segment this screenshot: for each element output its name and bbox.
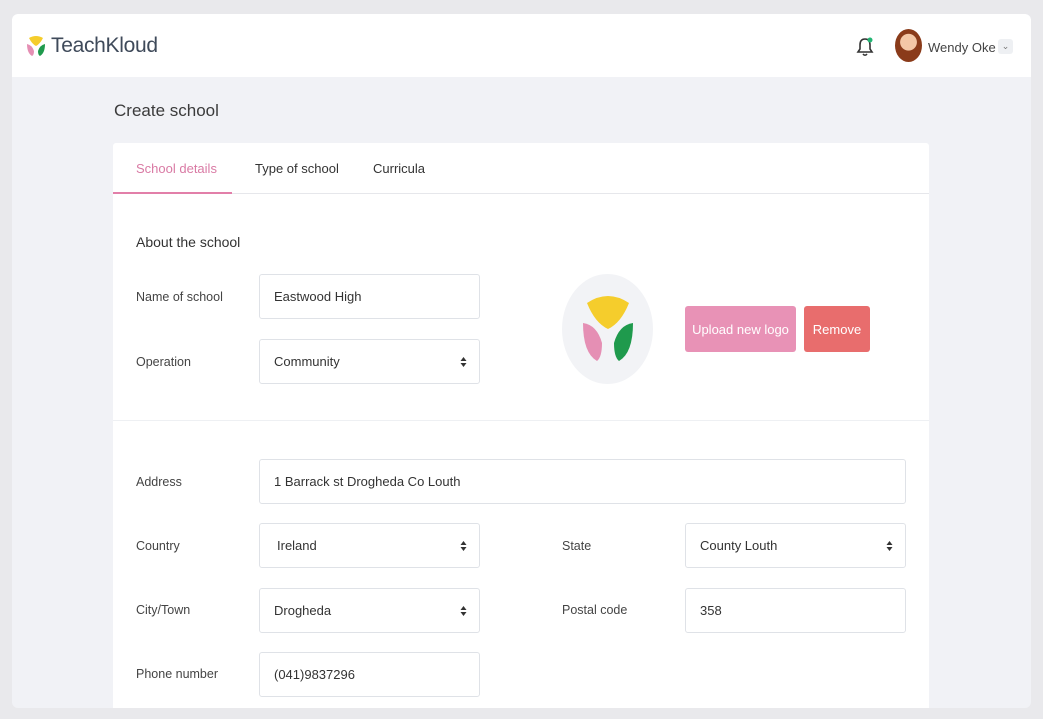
city-value: Drogheda: [274, 603, 332, 618]
section-title: About the school: [136, 234, 241, 250]
address-input[interactable]: 1 Barrack st Drogheda Co Louth: [259, 459, 906, 504]
app-name: TeachKloud: [51, 34, 158, 57]
up-down-caret-icon: [460, 357, 467, 367]
up-down-caret-icon: [460, 606, 467, 616]
state-select[interactable]: County Louth: [685, 523, 906, 568]
app-window: TeachKloud Wendy Oke ⌄ Create school Sch…: [12, 14, 1031, 708]
school-logo-icon: [582, 296, 633, 361]
tab-bar: School details Type of school Curricula: [113, 143, 929, 194]
name-of-school-label: Name of school: [136, 290, 223, 304]
tab-type-of-school[interactable]: Type of school: [255, 161, 339, 176]
country-select[interactable]: Ireland: [259, 523, 480, 568]
user-name[interactable]: Wendy Oke: [928, 40, 996, 55]
tab-school-details[interactable]: School details: [136, 161, 217, 176]
state-label: State: [562, 539, 592, 553]
operation-select[interactable]: Community: [259, 339, 480, 384]
country-value: Ireland: [277, 538, 317, 553]
school-logo-preview: [562, 274, 653, 384]
phone-number-label: Phone number: [136, 667, 219, 681]
avatar[interactable]: [895, 29, 922, 62]
name-of-school-input[interactable]: Eastwood High: [259, 274, 480, 319]
chevron-down-icon[interactable]: ⌄: [998, 39, 1013, 54]
city-label: City/Town: [136, 603, 191, 617]
postal-code-input[interactable]: 358: [685, 588, 906, 633]
teachkloud-logo-icon: [27, 36, 45, 56]
page-title: Create school: [114, 101, 219, 120]
postal-code-value: 358: [700, 603, 722, 618]
bell-icon[interactable]: [855, 36, 875, 58]
phone-number-value: (041)9837296: [274, 667, 355, 682]
create-school-form: School details Type of school Curricula …: [113, 143, 929, 708]
upload-logo-button[interactable]: Upload new logo: [685, 306, 796, 352]
name-of-school-value: Eastwood High: [274, 289, 362, 304]
phone-number-input[interactable]: (041)9837296: [259, 652, 480, 697]
address-value: 1 Barrack st Drogheda Co Louth: [274, 474, 461, 489]
section-divider: [113, 420, 929, 421]
city-select[interactable]: Drogheda: [259, 588, 480, 633]
country-label: Country: [136, 539, 180, 553]
operation-value: Community: [274, 354, 340, 369]
up-down-caret-icon: [460, 541, 467, 551]
up-down-caret-icon: [886, 541, 893, 551]
state-value: County Louth: [700, 538, 778, 553]
operation-label: Operation: [136, 355, 191, 369]
address-label: Address: [136, 475, 182, 489]
brand[interactable]: TeachKloud: [26, 34, 158, 58]
postal-code-label: Postal code: [562, 603, 628, 617]
remove-logo-button[interactable]: Remove: [804, 306, 870, 352]
top-navigation-bar: TeachKloud Wendy Oke ⌄: [12, 14, 1031, 77]
active-tab-indicator: [113, 192, 232, 194]
tab-curricula[interactable]: Curricula: [373, 161, 425, 176]
